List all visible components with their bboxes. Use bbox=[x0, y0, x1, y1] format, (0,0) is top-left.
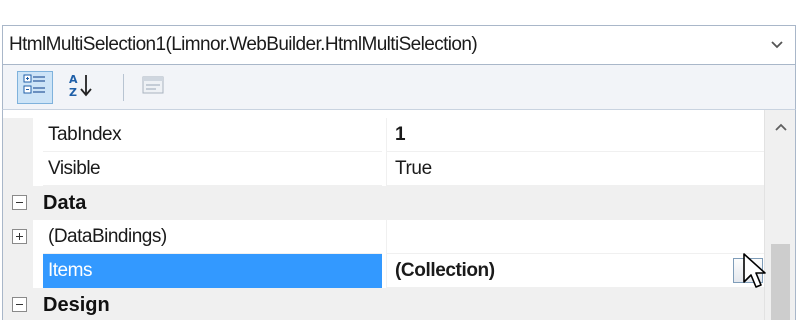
chevron-down-icon[interactable] bbox=[759, 26, 795, 64]
collapse-icon[interactable] bbox=[12, 297, 27, 312]
property-name: TabIndex bbox=[43, 118, 382, 152]
toolbar-separator bbox=[123, 74, 124, 101]
svg-text:Z: Z bbox=[69, 86, 77, 98]
category-label: Data bbox=[43, 191, 87, 214]
collapse-icon[interactable] bbox=[12, 195, 27, 210]
property-value[interactable] bbox=[386, 220, 765, 254]
property-value-text: (Collection) bbox=[395, 259, 495, 281]
property-value[interactable]: True bbox=[386, 152, 765, 186]
expand-icon[interactable] bbox=[12, 229, 27, 244]
categorized-button[interactable] bbox=[17, 71, 53, 104]
svg-text:A: A bbox=[69, 73, 78, 86]
vertical-scrollbar[interactable] bbox=[764, 110, 796, 320]
property-value[interactable]: (Collection) ... bbox=[386, 254, 765, 288]
property-pages-icon bbox=[141, 74, 165, 101]
property-row-visible[interactable]: Visible True bbox=[3, 152, 765, 186]
categorized-icon bbox=[23, 74, 47, 101]
property-value[interactable]: 1 bbox=[386, 118, 765, 152]
alphabetical-sort-icon: A Z bbox=[68, 72, 94, 103]
property-row-tabindex[interactable]: TabIndex 1 bbox=[3, 118, 765, 152]
category-row-data[interactable]: Data bbox=[3, 186, 765, 220]
scrollbar-thumb[interactable] bbox=[771, 244, 790, 320]
window-top-strip bbox=[0, 0, 799, 22]
row-margin bbox=[3, 152, 33, 186]
property-pages-button[interactable] bbox=[135, 71, 171, 104]
property-name: Items bbox=[43, 254, 382, 288]
category-row-design[interactable]: Design bbox=[3, 288, 765, 320]
object-selector-dropdown[interactable]: HtmlMultiSelection1(Limnor.WebBuilder.Ht… bbox=[2, 25, 796, 65]
property-grid-toolbar: A Z bbox=[2, 65, 796, 110]
chevron-up-icon bbox=[774, 118, 787, 136]
category-label: Design bbox=[43, 293, 110, 316]
alphabetical-button[interactable]: A Z bbox=[63, 71, 99, 104]
properties-window: HtmlMultiSelection1(Limnor.WebBuilder.Ht… bbox=[0, 0, 799, 320]
row-margin bbox=[3, 254, 33, 288]
row-margin bbox=[3, 118, 33, 152]
property-name: Visible bbox=[43, 152, 382, 186]
property-row-databindings[interactable]: (DataBindings) bbox=[3, 220, 765, 254]
property-row-items[interactable]: Items (Collection) ... bbox=[3, 254, 765, 288]
object-selector-value: HtmlMultiSelection1(Limnor.WebBuilder.Ht… bbox=[9, 34, 478, 55]
scroll-up-button[interactable] bbox=[765, 110, 796, 144]
property-name: (DataBindings) bbox=[43, 220, 382, 254]
collection-editor-button[interactable]: ... bbox=[733, 258, 763, 283]
property-grid: TabIndex 1 Visible True Data (DataBindin… bbox=[2, 110, 765, 320]
row-margin bbox=[3, 220, 33, 254]
